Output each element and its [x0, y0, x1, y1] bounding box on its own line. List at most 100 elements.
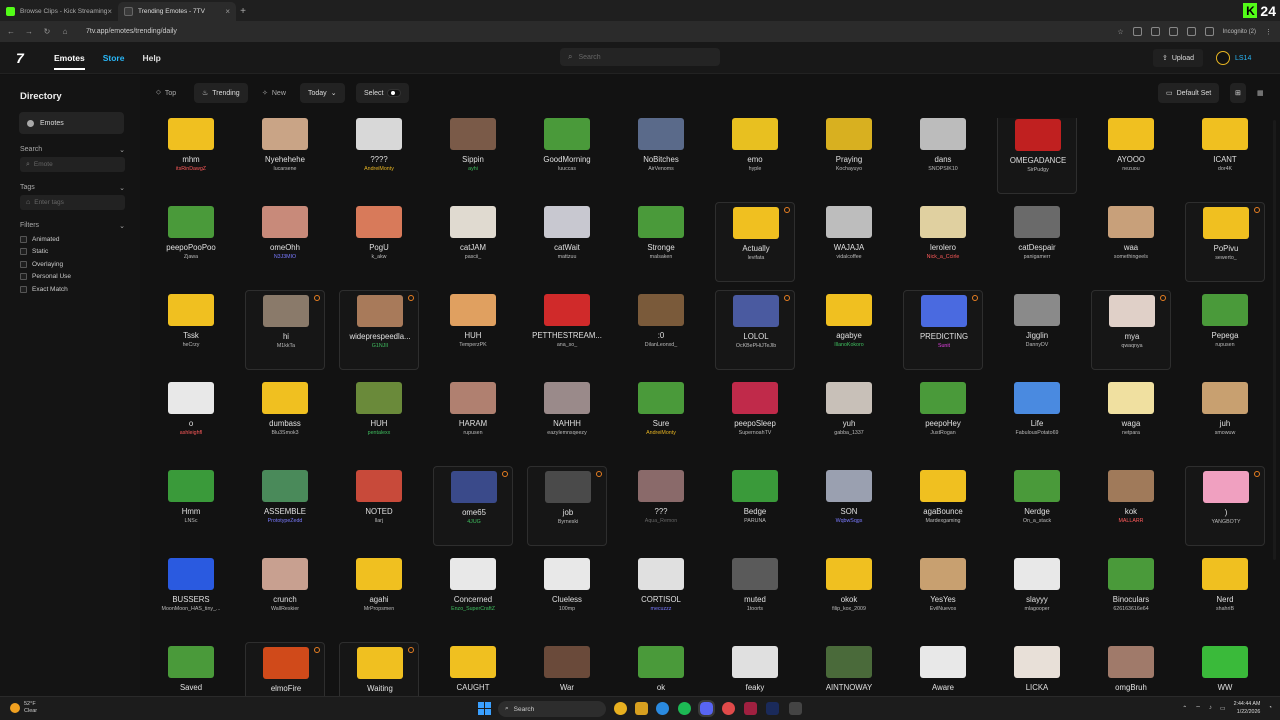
- emote-card[interactable]: crunch WallReskier: [245, 554, 325, 634]
- emote-card[interactable]: dumbass Blu3Smok3: [245, 378, 325, 458]
- clock[interactable]: 2:44:44 AM 1/22/2026: [1234, 700, 1261, 716]
- emote-author[interactable]: llarj: [339, 518, 419, 524]
- emote-author[interactable]: ana_so_: [527, 342, 607, 348]
- emote-author[interactable]: FabulousPotato69: [997, 430, 1077, 436]
- emote-card[interactable]: catDespair panigamerr: [997, 202, 1077, 282]
- close-icon[interactable]: ×: [225, 7, 230, 16]
- emote-card[interactable]: Tssk heCrzy: [151, 290, 231, 370]
- emote-card[interactable]: omgBruh: [1091, 642, 1171, 696]
- filters-section-header[interactable]: Filters ⌄: [20, 222, 125, 230]
- emote-card[interactable]: LICKA: [997, 642, 1077, 696]
- period-dropdown[interactable]: Today ⌄: [300, 83, 345, 103]
- emote-card[interactable]: HUH TemperzPK: [433, 290, 513, 370]
- emote-author[interactable]: dor4K: [1185, 166, 1265, 172]
- windows-start-icon[interactable]: [478, 702, 491, 715]
- emote-author[interactable]: DannyDV: [997, 342, 1077, 348]
- emote-card[interactable]: Stronge malsaken: [621, 202, 701, 282]
- emote-card[interactable]: lerolero Nick_a_Ccirle: [903, 202, 983, 282]
- emote-card[interactable]: SON WqbwSqgs: [809, 466, 889, 546]
- emote-card[interactable]: agabye IllanoKokoro: [809, 290, 889, 370]
- emote-card[interactable]: NOTED llarj: [339, 466, 419, 546]
- spotify-icon[interactable]: [678, 702, 691, 715]
- emote-author[interactable]: Kochayuyo: [809, 166, 889, 172]
- emote-card[interactable]: AINTNOWAY: [809, 642, 889, 696]
- toggle-switch[interactable]: [387, 89, 402, 97]
- emote-card[interactable]: WW: [1185, 642, 1265, 696]
- emote-author[interactable]: gabba_1337: [809, 430, 889, 436]
- checkbox[interactable]: [20, 285, 27, 293]
- emote-author[interactable]: AndreiMonty: [621, 430, 701, 436]
- extension-icon[interactable]: [1186, 27, 1196, 36]
- emote-card[interactable]: waa somethingeels: [1091, 202, 1171, 282]
- emote-author[interactable]: heCrzy: [151, 342, 231, 348]
- sort-trending[interactable]: ♨ Trending: [194, 83, 248, 103]
- emote-card[interactable]: WAJAJA vidalcoffee: [809, 202, 889, 282]
- emote-author[interactable]: 1toorts: [715, 606, 795, 612]
- emote-card[interactable]: :0 DilanLeonxd_: [621, 290, 701, 370]
- emote-author[interactable]: EvilNuevos: [903, 606, 983, 612]
- emote-card[interactable]: hi M1kkTa: [245, 290, 325, 370]
- chevron-up-icon[interactable]: ⌃: [1182, 705, 1187, 712]
- emote-author[interactable]: mattzuu: [527, 254, 607, 260]
- emote-card[interactable]: mya qwaqnya: [1091, 290, 1171, 370]
- extension-icon[interactable]: [1168, 27, 1178, 36]
- select-toggle[interactable]: Select: [356, 83, 410, 103]
- emote-card[interactable]: BUSSERS MoonMoon_HAS_tiny_...: [151, 554, 231, 634]
- emote-author[interactable]: YANGBOTY: [1186, 519, 1266, 525]
- emote-author[interactable]: Zjawa: [151, 254, 231, 260]
- emote-author[interactable]: vidalcoffee: [809, 254, 889, 260]
- emote-card[interactable]: Concerned Enzo_SuperCraftZ: [433, 554, 513, 634]
- emote-author[interactable]: mlagooper: [997, 606, 1077, 612]
- emote-card[interactable]: job Byrneski: [527, 466, 607, 546]
- address-bar[interactable]: 7tv.app/emotes/trending/daily: [86, 28, 177, 35]
- emote-author[interactable]: k_akw: [339, 254, 419, 260]
- emote-author[interactable]: SirPudgy: [998, 167, 1078, 173]
- upload-button[interactable]: ⇪ Upload: [1153, 49, 1203, 67]
- emote-author[interactable]: malsaken: [621, 254, 701, 260]
- emote-author[interactable]: smowuw: [1185, 430, 1265, 436]
- emote-author[interactable]: DilanLeonxd_: [621, 342, 701, 348]
- emote-author[interactable]: PrototypeZedd: [245, 518, 325, 524]
- menu-icon[interactable]: ⋮: [1265, 28, 1272, 36]
- emote-card[interactable]: slayyy mlagooper: [997, 554, 1077, 634]
- notification-icon[interactable]: ◔: [1268, 705, 1272, 711]
- emote-card[interactable]: Pepega rupusen: [1185, 290, 1265, 370]
- emote-author[interactable]: somethingeels: [1091, 254, 1171, 260]
- emote-card[interactable]: Aware: [903, 642, 983, 696]
- emote-author[interactable]: MALLARR: [1091, 518, 1171, 524]
- sort-top[interactable]: ⬦ Top: [148, 83, 184, 103]
- emote-author[interactable]: SNOPSIK10: [903, 166, 983, 172]
- 7tv-logo[interactable]: 7: [16, 50, 36, 66]
- emote-card[interactable]: CORTISOL mecuzzz: [621, 554, 701, 634]
- emote-author[interactable]: shahriB: [1185, 606, 1265, 612]
- emote-card[interactable]: Sippin ayhi: [433, 118, 513, 194]
- forward-icon[interactable]: →: [24, 27, 34, 36]
- emote-author[interactable]: pentalexx: [339, 430, 419, 436]
- extension-icon[interactable]: [1132, 27, 1142, 36]
- emote-author[interactable]: eazylemnsqeezy: [527, 430, 607, 436]
- emote-card[interactable]: PETTHESTREAM... ana_so_: [527, 290, 607, 370]
- emote-card[interactable]: ok: [621, 642, 701, 696]
- emote-author[interactable]: PARUNA: [715, 518, 795, 524]
- emote-author[interactable]: AndreiMonty: [339, 166, 419, 172]
- emote-author[interactable]: On_a_stack: [997, 518, 1077, 524]
- emote-card[interactable]: PREDICTING Sunit: [903, 290, 983, 370]
- emote-card[interactable]: NAHHH eazylemnsqeezy: [527, 378, 607, 458]
- chrome-icon[interactable]: [614, 702, 627, 715]
- home-icon[interactable]: ⌂: [60, 27, 70, 36]
- emote-author[interactable]: qwaqnya: [1092, 343, 1172, 349]
- checkbox[interactable]: [20, 248, 27, 255]
- emote-author[interactable]: sewerto_: [1186, 255, 1266, 261]
- emote-card[interactable]: LOLOL OcKBePHiJTeJlb: [715, 290, 795, 370]
- nav-help[interactable]: Help: [142, 53, 160, 63]
- user-menu[interactable]: LS14: [1216, 49, 1251, 67]
- emote-card[interactable]: ) YANGBOTY: [1185, 466, 1265, 546]
- volume-icon[interactable]: ♪: [1209, 705, 1212, 711]
- emote-card[interactable]: OMEGADANCE SirPudgy: [997, 118, 1077, 194]
- emote-author[interactable]: WqbwSqgs: [809, 518, 889, 524]
- emote-author[interactable]: nezuou: [1091, 166, 1171, 172]
- emote-card[interactable]: Life FabulousPotato69: [997, 378, 1077, 458]
- emote-author[interactable]: levifata: [716, 255, 796, 261]
- tags-input[interactable]: [34, 199, 115, 206]
- emote-card[interactable]: Actually levifata: [715, 202, 795, 282]
